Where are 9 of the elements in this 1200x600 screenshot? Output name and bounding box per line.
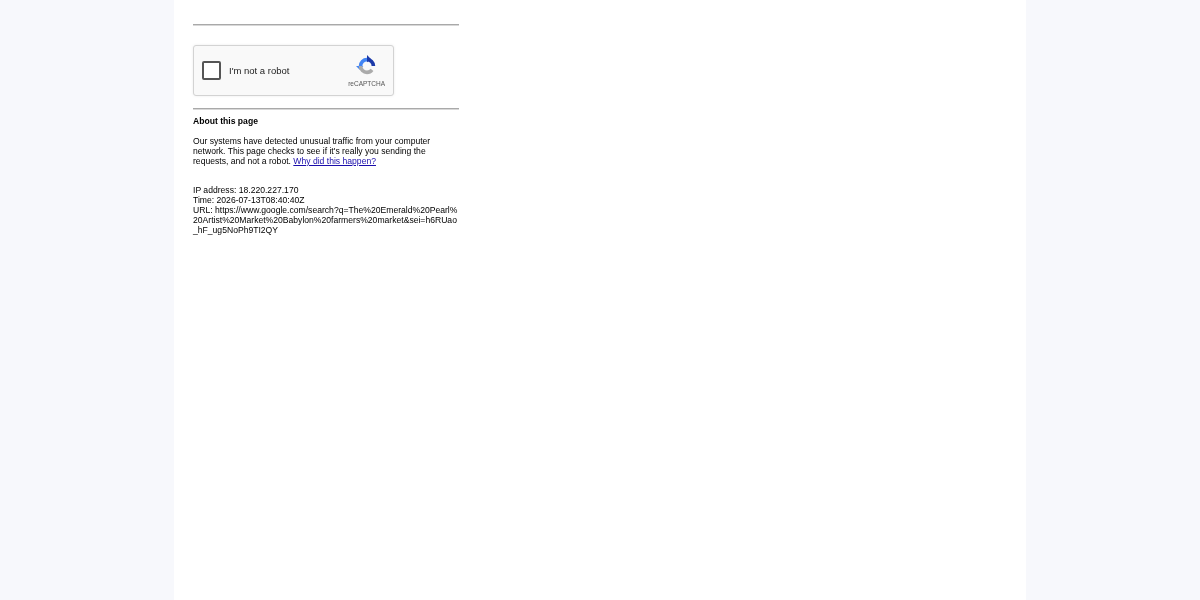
detail-line: URL: https://www.google.com/search?q=The%20Emerald%20Pearl%20Artist%20Market%20Babylon%20farmers%20market&sei=h6RUao_hF_ug5NoPh9TI2QY — [193, 205, 459, 235]
circular-arrows-icon — [355, 55, 378, 77]
section-heading: About this page — [193, 116, 259, 126]
checkbox[interactable] — [202, 61, 221, 80]
detail-line: IP address: 18.220.227.170 — [193, 185, 300, 195]
detail-line: Time: 2026-07-13T08:40:40Z — [193, 195, 306, 205]
checkbox-label: I'm not a robot — [229, 65, 291, 76]
explanation-paragraph: Our systems have detected unusual traffic from your computer network. This page checks to see if it's really you sending the requests, and not a robot. Why did this happen? — [193, 136, 432, 166]
help-link[interactable]: Why did this happen? — [293, 156, 376, 166]
